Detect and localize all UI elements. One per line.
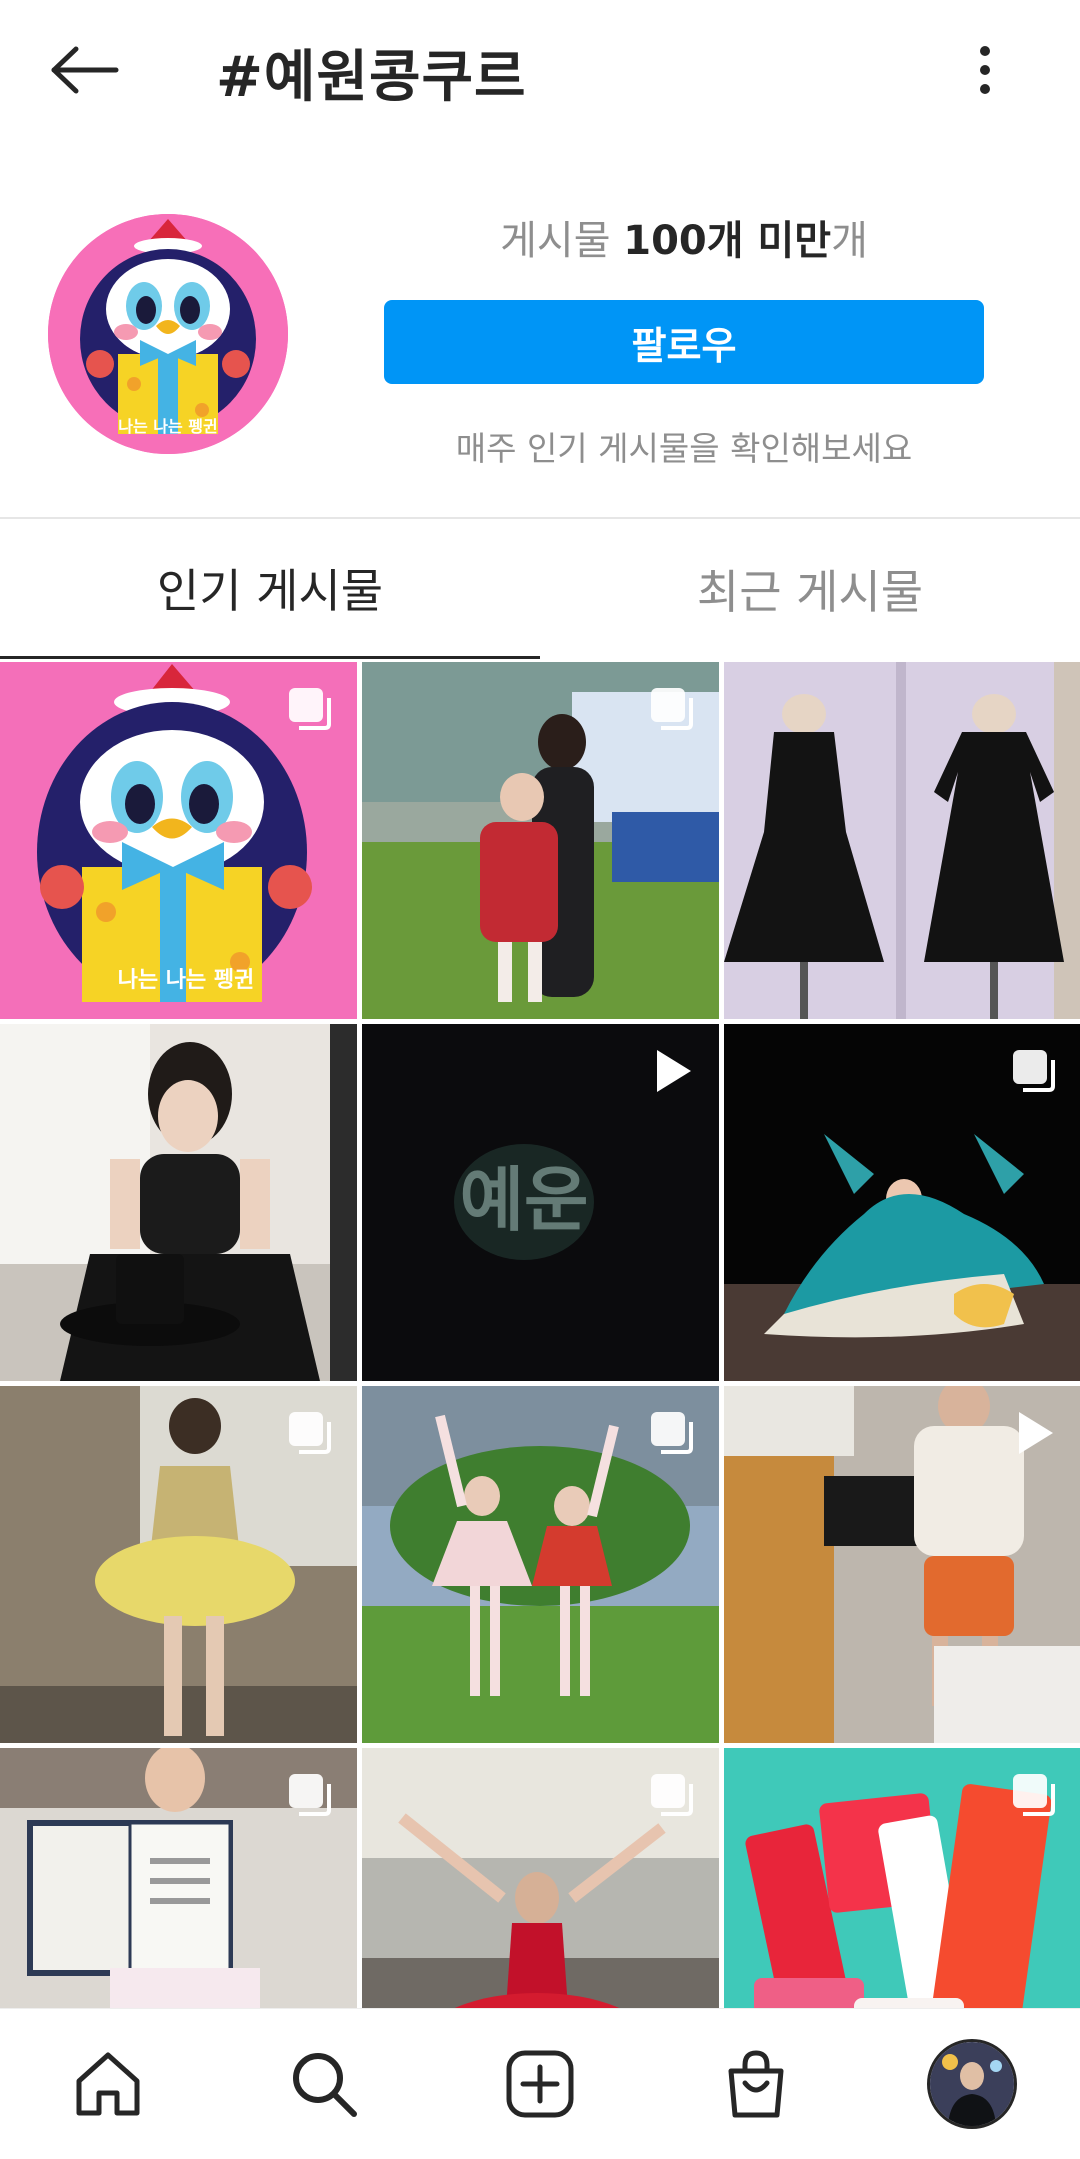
post-thumbnail[interactable]: 나는 나는 펭귄	[0, 662, 357, 1019]
svg-text:나는 나는 펭귄: 나는 나는 펭귄	[118, 968, 255, 993]
post-thumbnail[interactable]	[0, 1748, 357, 2010]
tab-recent-posts[interactable]: 최근 게시물	[540, 519, 1080, 659]
post-thumbnail[interactable]	[362, 1386, 719, 1743]
post-thumbnail[interactable]: 예운	[362, 1024, 719, 1381]
profile-avatar-icon	[927, 2039, 1017, 2129]
back-button[interactable]	[40, 36, 130, 104]
post-thumbnail[interactable]	[724, 1748, 1080, 2010]
multiple-images-icon	[1013, 1050, 1055, 1092]
post-tabs: 인기 게시물 최근 게시물	[0, 519, 1080, 661]
post-thumbnail[interactable]	[0, 1386, 357, 1743]
post-thumbnail[interactable]	[362, 662, 719, 1019]
nav-create-button[interactable]	[480, 2024, 600, 2144]
play-icon	[657, 1050, 691, 1092]
multiple-images-icon	[651, 1412, 693, 1454]
post-thumbnail[interactable]	[362, 1748, 719, 2010]
nav-search-button[interactable]	[264, 2024, 384, 2144]
more-vertical-icon	[980, 46, 990, 94]
multiple-images-icon	[289, 688, 331, 730]
add-post-icon	[506, 2050, 574, 2118]
arrow-left-icon	[51, 46, 119, 94]
black-dresses-image	[724, 662, 1080, 1019]
multiple-images-icon	[289, 1412, 331, 1454]
post-thumbnail[interactable]	[724, 1386, 1080, 1743]
weekly-hint: 매주 인기 게시물을 확인해보세요	[455, 429, 913, 468]
play-icon	[1019, 1412, 1053, 1454]
home-icon	[76, 2052, 140, 2116]
follow-button[interactable]: 팔로우	[384, 300, 984, 384]
bottom-navigation	[0, 2008, 1080, 2159]
page-title: #예원콩쿠르	[216, 45, 527, 110]
post-grid: 나는 나는 펭귄 예운	[0, 662, 1080, 2010]
post-count: 게시물 100개 미만개	[500, 218, 868, 264]
nav-profile-button[interactable]	[912, 2024, 1032, 2144]
tab-top-posts[interactable]: 인기 게시물	[0, 519, 540, 659]
multiple-images-icon	[1013, 1774, 1055, 1816]
svg-text:예운: 예운	[460, 1159, 589, 1241]
profile-photo	[930, 2042, 1014, 2126]
post-thumbnail[interactable]	[724, 662, 1080, 1019]
girl-with-hat-image	[0, 1024, 357, 1381]
multiple-images-icon	[651, 1774, 693, 1816]
more-options-button[interactable]	[955, 36, 1015, 104]
svg-text:나는 나는 펭귄: 나는 나는 펭귄	[118, 417, 217, 436]
post-thumbnail[interactable]	[0, 1024, 357, 1381]
search-icon	[293, 2053, 357, 2117]
hashtag-header: 나는 나는 펭귄 게시물 100개 미만개 팔로우 매주 인기 게시물을 확인해…	[0, 190, 1080, 520]
hashtag-avatar: 나는 나는 펭귄	[48, 214, 288, 454]
post-thumbnail[interactable]	[724, 1024, 1080, 1381]
nav-home-button[interactable]	[48, 2024, 168, 2144]
nav-shop-button[interactable]	[696, 2024, 816, 2144]
multiple-images-icon	[651, 688, 693, 730]
multiple-images-icon	[289, 1774, 331, 1816]
shopping-bag-icon	[728, 2050, 784, 2118]
penguin-image: 나는 나는 펭귄	[48, 214, 288, 454]
top-bar: #예원콩쿠르	[0, 0, 1080, 140]
